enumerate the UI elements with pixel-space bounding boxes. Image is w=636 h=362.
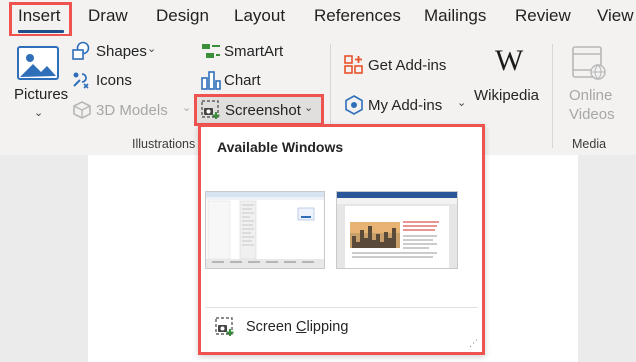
- menu-divider: [205, 307, 478, 308]
- tab-review[interactable]: Review: [515, 6, 571, 26]
- window-preview-image: [206, 192, 324, 268]
- available-window-thumbnail[interactable]: [336, 191, 458, 269]
- 3d-models-icon: [73, 101, 91, 119]
- chart-button[interactable]: Chart: [224, 72, 261, 89]
- screen-clipping-label-prefix: Screen: [246, 319, 296, 335]
- window-preview-image: [337, 192, 457, 268]
- my-addins-button[interactable]: My Add-ins: [368, 97, 442, 114]
- tab-references[interactable]: References: [314, 6, 401, 26]
- chart-icon[interactable]: [200, 70, 222, 90]
- online-videos-icon: [572, 46, 606, 80]
- screenshot-chevron-down-icon[interactable]: ⌄: [304, 101, 313, 114]
- tab-view[interactable]: View: [597, 6, 634, 26]
- my-addins-chevron-down-icon[interactable]: ⌄: [457, 96, 466, 109]
- resize-grip-icon[interactable]: ⋰: [469, 339, 478, 348]
- screen-clipping-item[interactable]: Screen Clipping: [246, 319, 348, 335]
- available-window-thumbnail[interactable]: [205, 191, 325, 269]
- icons-button[interactable]: Icons: [96, 72, 132, 89]
- tab-design[interactable]: Design: [156, 6, 209, 26]
- insert-tab-highlight: [9, 2, 72, 37]
- my-addins-icon[interactable]: [344, 95, 364, 115]
- tab-layout[interactable]: Layout: [234, 6, 285, 26]
- tab-mailings[interactable]: Mailings: [424, 6, 486, 26]
- screen-clipping-icon[interactable]: [215, 317, 235, 337]
- online-videos-label-2: Videos: [569, 106, 615, 123]
- 3d-models-chevron-down-icon: ⌄: [182, 102, 192, 114]
- ribbon-tab-bar: Insert Draw Design Layout References Mai…: [0, 0, 636, 36]
- illustrations-group-label: Illustrations: [132, 137, 196, 151]
- 3d-models-button: 3D Models: [96, 102, 168, 119]
- shapes-icon[interactable]: [70, 41, 92, 61]
- icons-icon[interactable]: [70, 70, 92, 90]
- available-windows-heading: Available Windows: [217, 139, 344, 155]
- pictures-chevron-down-icon[interactable]: ⌄: [34, 106, 43, 119]
- pictures-icon[interactable]: [16, 45, 60, 85]
- screenshot-icon[interactable]: [201, 100, 221, 120]
- tab-draw[interactable]: Draw: [88, 6, 128, 26]
- wikipedia-button[interactable]: Wikipedia: [474, 87, 539, 104]
- get-addins-button[interactable]: Get Add-ins: [368, 57, 446, 74]
- media-group-label: Media: [572, 137, 607, 151]
- smartart-icon[interactable]: [200, 41, 222, 61]
- smartart-button[interactable]: SmartArt: [224, 43, 283, 60]
- get-addins-icon[interactable]: [344, 55, 364, 75]
- wikipedia-icon[interactable]: W: [495, 44, 523, 78]
- screenshot-dropdown: Available Windows Screen Clipping ⋰: [198, 124, 485, 355]
- online-videos-label-1: Online: [569, 87, 613, 104]
- shapes-chevron-down-icon[interactable]: ⌄: [147, 42, 156, 55]
- screen-clipping-accesskey: C: [295, 319, 307, 335]
- shapes-button[interactable]: Shapes: [96, 43, 147, 60]
- group-separator: [552, 44, 553, 148]
- pictures-button[interactable]: Pictures: [14, 86, 68, 103]
- screen-clipping-label-suffix: lipping: [306, 319, 349, 335]
- screenshot-button[interactable]: Screenshot: [225, 102, 301, 119]
